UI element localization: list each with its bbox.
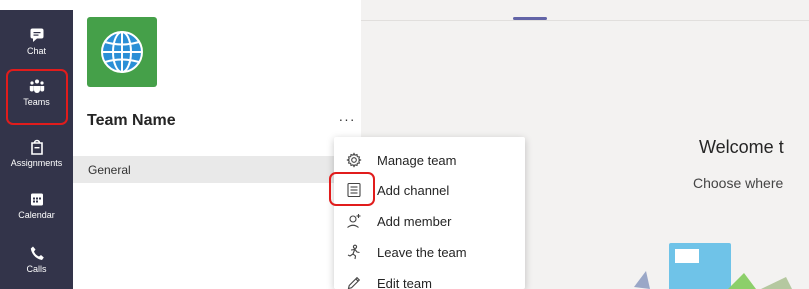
active-tab-indicator [513, 17, 547, 20]
menu-item-edit-team[interactable]: Edit team [334, 268, 525, 289]
chat-icon [30, 28, 43, 42]
assignments-icon [30, 139, 43, 155]
more-options-button[interactable]: ··· [338, 112, 356, 126]
rail-item-calendar[interactable]: Calendar [0, 184, 73, 226]
channel-item-general[interactable]: General [73, 156, 361, 183]
gear-icon [346, 152, 362, 168]
leave-icon [346, 244, 362, 260]
calls-icon [30, 246, 44, 260]
menu-item-manage-team[interactable]: Manage team [334, 145, 525, 175]
teams-window: Chat Teams Assignments Calendar Calls Te… [0, 0, 809, 289]
welcome-subtext: Choose where [693, 175, 784, 191]
rail-item-label: Chat [26, 45, 46, 56]
welcome-heading: Welcome t [699, 137, 784, 157]
menu-item-label: Add member [377, 213, 452, 229]
rail-item-label: Calls [26, 263, 47, 274]
rail-item-label: Assignments [10, 157, 63, 168]
globe-icon [101, 31, 143, 73]
team-name: Team Name [87, 112, 176, 129]
team-context-menu: Manage team Add channel Add member Leave… [334, 137, 525, 289]
channel-label: General [88, 163, 131, 177]
rail-item-label: Calendar [18, 209, 55, 220]
rail-item-assignments[interactable]: Assignments [0, 132, 73, 174]
menu-item-leave-team[interactable]: Leave the team [334, 237, 525, 267]
menu-item-add-member[interactable]: Add member [334, 206, 525, 236]
menu-item-label: Add channel [377, 182, 450, 198]
pencil-icon [346, 275, 362, 289]
team-list-panel: Team Name ··· General [73, 0, 361, 289]
menu-item-label: Manage team [377, 152, 457, 168]
menu-item-label: Edit team [377, 275, 432, 289]
calendar-icon [30, 193, 43, 205]
add-person-icon [346, 213, 362, 229]
main-tab-bar [361, 0, 809, 21]
app-rail: Chat Teams Assignments Calendar Calls [0, 10, 73, 289]
rail-item-chat[interactable]: Chat [0, 20, 73, 62]
menu-item-label: Leave the team [377, 244, 467, 260]
rail-item-calls[interactable]: Calls [0, 238, 73, 280]
add-channel-highlight-box [329, 172, 375, 206]
teams-highlight-box [6, 69, 68, 125]
welcome-illustration [634, 243, 792, 289]
team-logo[interactable] [87, 17, 157, 87]
